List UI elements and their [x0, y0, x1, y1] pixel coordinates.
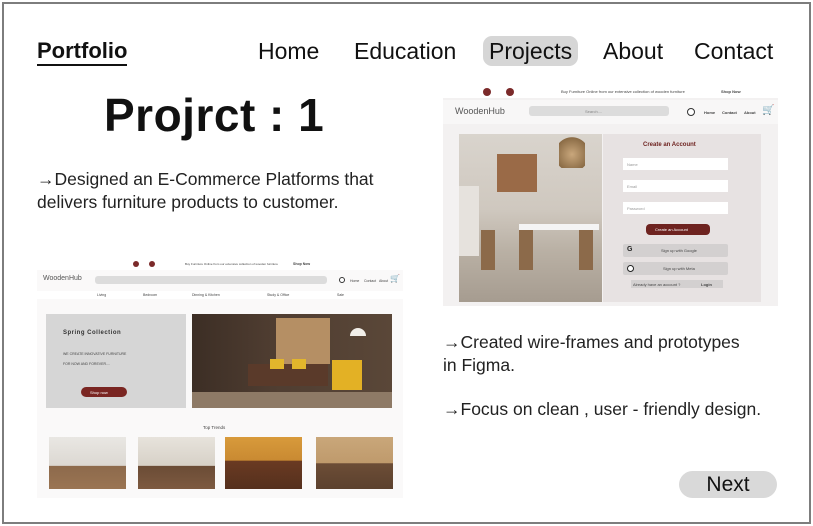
nav-about[interactable]: About — [603, 36, 663, 66]
email-field: Email — [627, 184, 638, 189]
meta-signup-button: Sign up with Meta — [623, 262, 728, 275]
google-label: Sign up with Google — [661, 248, 697, 253]
nav-education[interactable]: Education — [354, 36, 456, 66]
main-nav: Home Education Projects About Contact — [0, 36, 813, 66]
facebook-icon — [149, 261, 155, 267]
create-account-label: Create an Account — [655, 227, 688, 232]
project-title: Projrct : 1 — [104, 89, 325, 141]
search-bar — [95, 276, 327, 284]
trend-thumb-living — [316, 437, 393, 489]
next-button[interactable]: Next — [679, 471, 777, 498]
login-row: Already have an account ? Login — [631, 280, 723, 288]
category-sale: Sale — [337, 293, 345, 297]
mock-nav-home: Home — [704, 110, 716, 115]
banner-title: Spring Collection — [63, 330, 122, 336]
signup-screenshot: Buy Furniture Online from our extensive … — [443, 86, 778, 306]
nav-contact[interactable]: Contact — [694, 36, 773, 66]
login-link: Login — [701, 282, 712, 287]
kitchen-photo — [459, 134, 602, 302]
category-study: Study & Office — [267, 293, 290, 297]
meta-label: Sign up with Meta — [663, 266, 695, 271]
banner-line-2: FOR NOW AND FOREVER.... — [63, 362, 110, 366]
banner-shop-button: Shop now — [81, 387, 127, 397]
facebook-icon — [506, 88, 514, 96]
shop-now-link: Shop Now — [293, 262, 311, 266]
promo-text: Buy Furniture Online from our extensive … — [185, 262, 278, 266]
cart-icon: 🛒 — [390, 274, 400, 283]
google-signup-button: G Sign up with Google — [623, 244, 728, 257]
living-room-photo — [192, 314, 392, 408]
project-description-1: →Designed an E-Commerce Platforms that d… — [37, 169, 374, 212]
project-description-3: →Focus on clean , user - friendly design… — [443, 399, 762, 419]
category-dinning: Dinning & Kitchen — [192, 293, 220, 297]
category-bedroom: Bedroom — [143, 293, 158, 297]
password-field: Password — [627, 206, 645, 211]
form-title: Create an Account — [643, 142, 696, 148]
woodenhub-logo: WoodenHub — [43, 275, 82, 282]
mock-nav-contact: Contact — [364, 279, 377, 283]
signup-form: Create an Account Name Email Password Cr… — [603, 134, 761, 302]
mock-nav-home: Home — [350, 279, 360, 283]
banner-cta-label: Shop now — [90, 390, 108, 395]
nav-projects[interactable]: Projects — [483, 36, 579, 66]
google-icon: G — [627, 246, 633, 253]
site-header: WoodenHub Search.... Home Contact About … — [443, 100, 778, 124]
mock-nav-about: About — [744, 110, 756, 115]
meta-icon — [627, 265, 634, 272]
project-description-2: →Created wire-frames and prototypes in F… — [443, 332, 740, 375]
promo-text: Buy Furniture Online from our extensive … — [561, 89, 685, 94]
name-field: Name — [627, 162, 638, 167]
top-trends-title: Top Trends — [203, 425, 226, 430]
promo-bar: Buy Furniture Online from our extensive … — [37, 258, 403, 270]
trend-thumb-bed — [138, 437, 215, 489]
cart-icon: 🛒 — [762, 105, 775, 116]
search-placeholder: Search.... — [585, 109, 603, 114]
woodenhub-logo: WoodenHub — [455, 106, 505, 116]
nav-home[interactable]: Home — [258, 36, 319, 66]
site-header: WoodenHub Home Contact About 🛒 — [37, 272, 403, 290]
pinterest-icon — [133, 261, 139, 267]
trend-thumb-sofa — [49, 437, 126, 489]
search-bar: Search.... — [529, 106, 669, 116]
spring-banner: Spring Collection WE CREATE INNOVATIVE F… — [46, 314, 186, 408]
banner-line-1: WE CREATE INNOVATIVE FURNITURE — [63, 352, 127, 356]
mock-nav-about: About — [379, 279, 389, 283]
promo-bar: Buy Furniture Online from our extensive … — [443, 86, 778, 98]
eye-icon — [687, 108, 695, 116]
trend-thumb-dining — [225, 437, 302, 489]
eye-icon — [339, 277, 345, 283]
pinterest-icon — [483, 88, 491, 96]
shop-now-link: Shop Now — [721, 89, 741, 94]
have-account-text: Already have an account ? — [633, 282, 681, 287]
mock-nav-contact: Contact — [722, 110, 737, 115]
create-account-button: Create an Account — [646, 224, 710, 235]
category-living: Living — [97, 293, 107, 297]
home-screenshot: Buy Furniture Online from our extensive … — [37, 258, 403, 498]
category-bar: Living Bedroom Dinning & Kitchen Study &… — [37, 291, 403, 299]
